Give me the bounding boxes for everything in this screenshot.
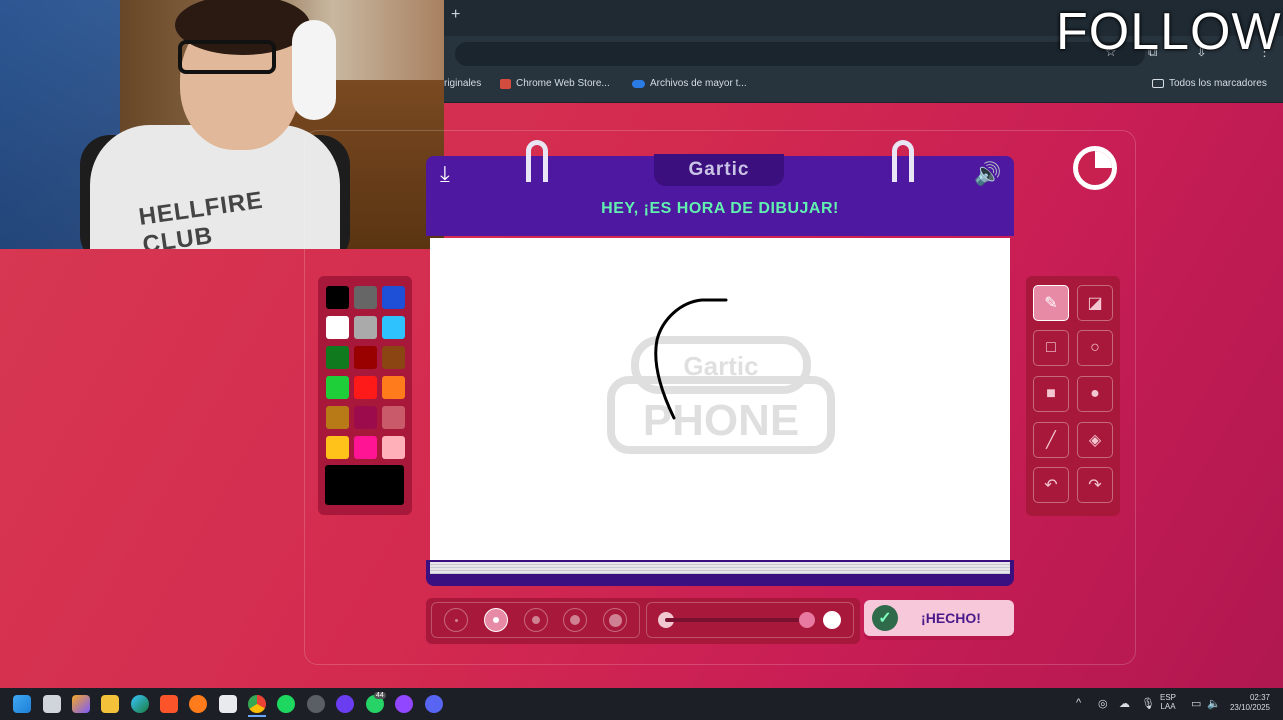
line-icon[interactable]: ╱ <box>1033 422 1069 458</box>
notification-badge: 44 <box>374 692 386 699</box>
opacity-max-icon <box>823 611 841 629</box>
color-swatch[interactable] <box>382 346 405 369</box>
opacity-slider[interactable] <box>665 618 810 622</box>
selected-color-preview <box>325 465 404 505</box>
color-swatch[interactable] <box>326 436 349 459</box>
network-icon[interactable]: ▭ <box>1191 697 1201 710</box>
follow-overlay-text: FOLLOW <box>1056 3 1282 61</box>
glasses <box>178 40 276 74</box>
firefox-icon[interactable] <box>189 695 207 713</box>
paper-edge <box>430 562 1010 574</box>
spotify-icon[interactable] <box>277 695 295 713</box>
circle-filled-icon[interactable]: ● <box>1077 376 1113 412</box>
circle-outline-icon[interactable]: ○ <box>1077 330 1113 366</box>
steam-icon[interactable] <box>307 695 325 713</box>
windows-start-icon[interactable] <box>13 695 31 713</box>
color-swatch[interactable] <box>354 286 377 309</box>
done-button[interactable]: ✓ ¡HECHO! <box>864 600 1014 636</box>
language-indicator[interactable]: ESP LAA <box>1160 693 1176 711</box>
bookmark-item[interactable]: riginales <box>444 78 481 89</box>
brush-size-3[interactable] <box>524 608 548 632</box>
address-bar[interactable] <box>455 42 1145 66</box>
twitch-icon[interactable] <box>395 695 413 713</box>
streamer: HELLFIRE CLUB <box>80 0 350 249</box>
color-swatch[interactable] <box>382 406 405 429</box>
binder-ring <box>892 140 914 182</box>
brush-size-1[interactable] <box>444 608 468 632</box>
new-tab-button[interactable]: + <box>451 6 460 24</box>
color-swatch[interactable] <box>354 406 377 429</box>
rectangle-outline-icon[interactable]: □ <box>1033 330 1069 366</box>
draw-prompt: HEY, ¡ES HORA DE DIBUJAR! <box>601 200 839 217</box>
color-swatch[interactable] <box>326 286 349 309</box>
brush-size-5[interactable] <box>603 608 627 632</box>
volume-icon[interactable]: 🔊 <box>974 161 1001 187</box>
clock[interactable]: 02:37 23/10/2025 <box>1226 693 1270 713</box>
checkmark-icon: ✓ <box>872 605 898 631</box>
headset <box>292 20 336 120</box>
app-icon[interactable] <box>336 695 354 713</box>
rectangle-filled-icon[interactable]: ■ <box>1033 376 1069 412</box>
all-bookmarks[interactable]: Todos los marcadores <box>1152 78 1267 89</box>
pencil-icon[interactable]: ✎ <box>1033 285 1069 321</box>
eraser-icon[interactable]: ◪ <box>1077 285 1113 321</box>
fill-bucket-icon[interactable]: ◈ <box>1077 422 1113 458</box>
timer-icon <box>1073 146 1117 190</box>
bookmark-item[interactable]: Archivos de mayor t... <box>632 78 747 89</box>
color-swatch[interactable] <box>354 346 377 369</box>
file-explorer-icon[interactable] <box>101 695 119 713</box>
color-swatch[interactable] <box>354 436 377 459</box>
brush-size-2[interactable] <box>484 608 508 632</box>
color-swatch[interactable] <box>326 406 349 429</box>
color-swatch[interactable] <box>354 376 377 399</box>
microphone-icon[interactable]: 🎙 <box>1141 697 1155 710</box>
drawn-stroke <box>654 298 728 420</box>
color-swatch[interactable] <box>382 376 405 399</box>
done-label: ¡HECHO! <box>921 610 981 626</box>
gartic-logo: Gartic <box>654 154 784 186</box>
active-app-indicator <box>248 715 266 717</box>
opacity-slider-handle[interactable] <box>799 612 815 628</box>
bookmark-item[interactable]: Chrome Web Store... <box>500 78 610 89</box>
download-icon[interactable]: ⤓ <box>440 161 450 187</box>
undo-icon[interactable]: ↶ <box>1033 467 1069 503</box>
color-swatch[interactable] <box>354 316 377 339</box>
tray-app-icon[interactable]: ◎ <box>1098 697 1108 710</box>
color-swatch[interactable] <box>382 316 405 339</box>
store-icon[interactable] <box>219 695 237 713</box>
tray-cloud-icon[interactable]: ☁ <box>1119 697 1130 710</box>
binder-ring <box>526 140 548 182</box>
task-view-icon[interactable] <box>43 695 61 713</box>
brave-icon[interactable] <box>160 695 178 713</box>
color-swatch[interactable] <box>382 286 405 309</box>
folder-icon <box>1152 79 1164 88</box>
brush-size-4[interactable] <box>563 608 587 632</box>
color-swatch[interactable] <box>326 376 349 399</box>
tray-chevron-icon[interactable]: ^ <box>1076 697 1081 709</box>
copilot-icon[interactable] <box>72 695 90 713</box>
color-swatch[interactable] <box>326 316 349 339</box>
cloud-icon <box>632 79 645 88</box>
color-swatch[interactable] <box>326 346 349 369</box>
edge-icon[interactable] <box>131 695 149 713</box>
redo-icon[interactable]: ↷ <box>1077 467 1113 503</box>
discord-icon[interactable] <box>425 695 443 713</box>
chrome-icon[interactable] <box>248 695 266 713</box>
color-swatch[interactable] <box>382 436 405 459</box>
speaker-icon[interactable]: 🔈 <box>1207 697 1221 710</box>
chrome-store-icon <box>500 78 511 89</box>
